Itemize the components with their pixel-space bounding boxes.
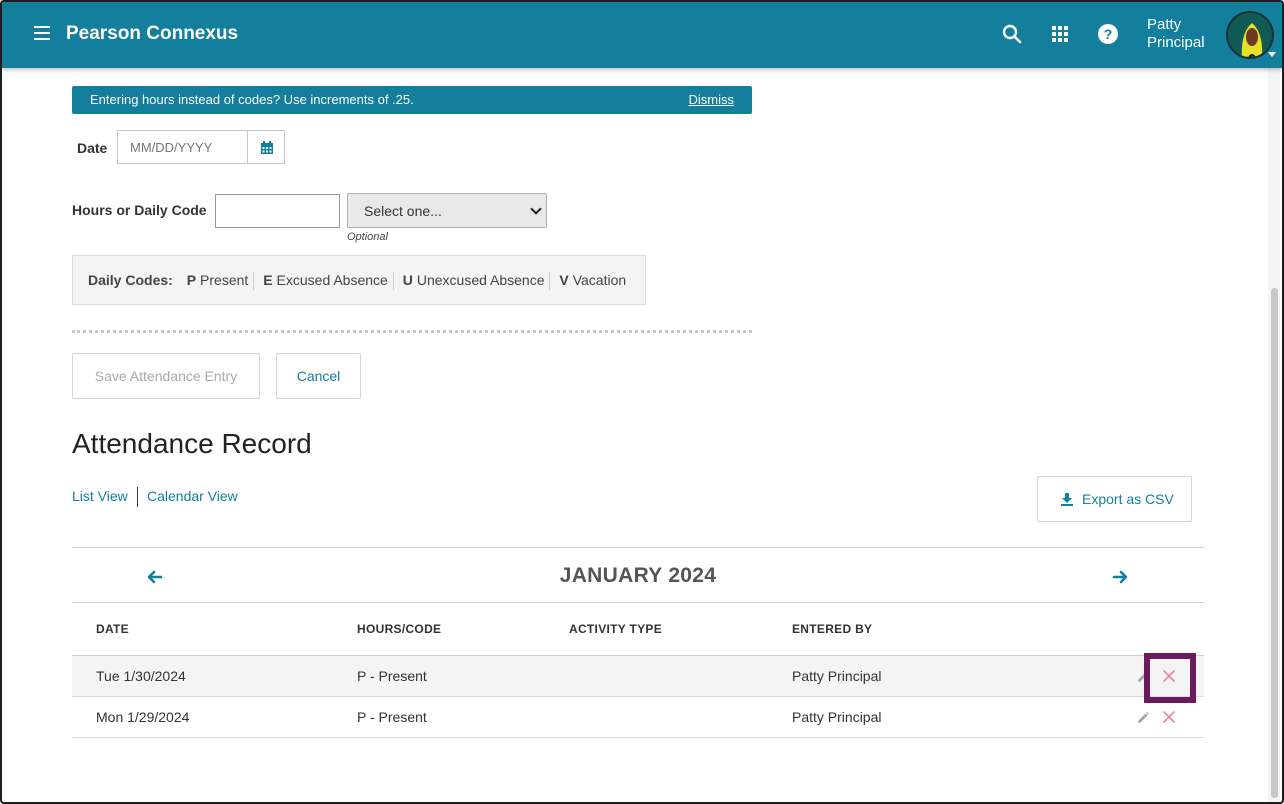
row-entered-by: Patty Principal — [792, 709, 882, 725]
avatar-dropdown-caret-icon[interactable] — [1268, 52, 1276, 57]
hours-label: Hours or Daily Code — [72, 202, 207, 218]
avatar[interactable] — [1226, 11, 1274, 59]
scrollbar-thumb[interactable] — [1271, 288, 1278, 798]
codes-title: Daily Codes: — [88, 272, 173, 288]
daily-code-select[interactable]: Select one... — [347, 193, 547, 228]
row-date: Tue 1/30/2024 — [96, 668, 186, 684]
column-header-entered-by[interactable]: ENTERED BY — [792, 622, 872, 636]
row-entered-by: Patty Principal — [792, 668, 882, 684]
select-value: Select one... — [364, 203, 442, 219]
date-input[interactable] — [117, 130, 247, 164]
row-code: P - Present — [357, 668, 427, 684]
edit-pencil-icon[interactable] — [1136, 711, 1150, 725]
info-banner: Entering hours instead of codes? Use inc… — [72, 86, 752, 114]
daily-codes-legend: Daily Codes: P Present E Excused Absence U… — [72, 255, 646, 305]
row-code: P - Present — [357, 709, 427, 725]
row-date: Mon 1/29/2024 — [96, 709, 190, 725]
dismiss-link[interactable]: Dismiss — [689, 92, 735, 107]
user-last-name: Principal — [1147, 34, 1205, 51]
month-title: JANUARY 2024 — [559, 564, 717, 587]
export-csv-button[interactable]: Export as CSV — [1037, 476, 1192, 522]
menu-icon[interactable] — [34, 26, 50, 42]
user-first-name: Patty — [1147, 16, 1182, 33]
list-view-link[interactable]: List View — [72, 488, 128, 504]
table-header-rule — [72, 602, 1204, 603]
page-scrollbar[interactable] — [1268, 68, 1280, 802]
column-header-date[interactable]: DATE — [96, 622, 129, 636]
export-label: Export as CSV — [1082, 491, 1174, 507]
download-icon — [1061, 493, 1073, 506]
search-icon[interactable] — [1000, 22, 1024, 46]
code-present: P Present — [186, 272, 249, 288]
top-navigation-bar: Pearson Connexus ? Patty Principal — [2, 2, 1282, 68]
user-name[interactable]: Patty Principal — [1147, 16, 1205, 52]
table-top-rule — [72, 547, 1204, 548]
hours-input[interactable] — [215, 194, 340, 228]
apps-grid-icon[interactable] — [1048, 22, 1072, 46]
help-icon[interactable]: ? — [1096, 22, 1120, 46]
calendar-button[interactable] — [247, 130, 285, 164]
banner-text: Entering hours instead of codes? Use inc… — [90, 92, 414, 107]
chevron-down-icon — [530, 203, 542, 215]
app-title[interactable]: Pearson Connexus — [66, 23, 238, 45]
save-attendance-button[interactable]: Save Attendance Entry — [72, 353, 260, 399]
highlight-box — [1144, 653, 1196, 703]
calendar-view-link[interactable]: Calendar View — [147, 488, 238, 504]
code-excused: E Excused Absence — [263, 272, 388, 288]
date-label: Date — [77, 140, 108, 156]
table-row: Mon 1/29/2024 P - Present Patty Principa… — [72, 697, 1204, 738]
column-header-hours-code[interactable]: HOURS/CODE — [357, 622, 441, 636]
section-title: Attendance Record — [72, 428, 312, 459]
view-separator — [137, 487, 138, 507]
code-unexcused: U Unexcused Absence — [402, 272, 545, 288]
code-vacation: V Vacation — [559, 272, 627, 288]
column-header-activity-type[interactable]: ACTIVITY TYPE — [569, 622, 662, 636]
app-window: Pearson Connexus ? Patty Principal Enter… — [0, 0, 1284, 804]
table-row: Tue 1/30/2024 P - Present Patty Principa… — [72, 656, 1204, 697]
cancel-button[interactable]: Cancel — [276, 353, 361, 399]
svg-text:?: ? — [1104, 26, 1113, 42]
calendar-icon — [261, 141, 273, 154]
dotted-divider — [72, 330, 752, 333]
arrow-right-icon[interactable] — [1110, 567, 1130, 587]
optional-hint: Optional — [347, 231, 388, 243]
delete-x-icon[interactable] — [1162, 710, 1176, 724]
